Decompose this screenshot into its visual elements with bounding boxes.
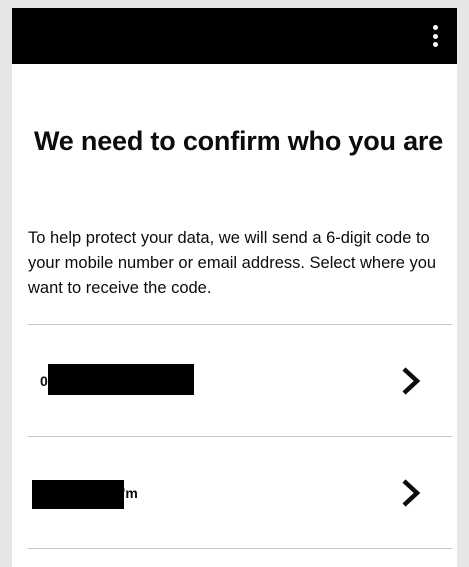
option-phone-text: 0 [40,373,48,389]
menu-dot [432,25,438,30]
divider [28,548,452,549]
redacted-block [32,480,124,509]
option-email[interactable]: 'm [28,438,452,548]
more-options-button[interactable] [427,21,443,51]
menu-dot [432,42,438,47]
app-screen: We need to confirm who you are To help p… [0,0,469,567]
divider [28,436,452,437]
option-phone[interactable]: 0 [28,326,452,436]
chevron-right-icon [402,479,421,507]
option-email-text: 'm [122,485,138,501]
page-title: We need to confirm who you are [34,126,444,156]
divider [28,324,452,325]
chevron-right-icon [402,367,421,395]
redacted-block [48,364,194,395]
intro-text: To help protect your data, we will send … [28,229,437,297]
content-card: We need to confirm who you are To help p… [12,64,457,567]
menu-dot [432,33,438,39]
top-app-bar [12,8,457,64]
